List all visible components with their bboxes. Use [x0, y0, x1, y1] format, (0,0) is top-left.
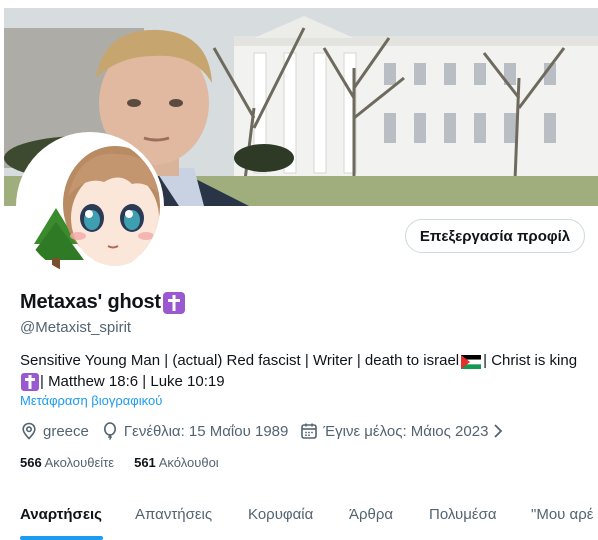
birthday-text: Γενέθλια: 15 Μαΐου 1989	[123, 422, 289, 440]
joined-text: Έγινε μέλος: Μάιος 2023	[323, 422, 489, 440]
tab-highlights[interactable]: Κορυφαία	[248, 506, 313, 523]
profile-bio: Sensitive Young Man | (actual) Red fasci…	[20, 350, 595, 392]
chevron-right-icon	[494, 424, 503, 438]
calendar-icon	[301, 423, 318, 439]
birthday-item: Γενέθλια: 15 Μαΐου 1989	[101, 422, 288, 440]
tab-replies[interactable]: Απαντήσεις	[135, 506, 212, 523]
joined-item[interactable]: Έγινε μέλος: Μάιος 2023	[300, 422, 509, 440]
display-name: Metaxas' ghost	[20, 291, 161, 313]
following-link[interactable]: 566 Ακολουθείτε	[20, 455, 114, 470]
balloon-icon	[103, 422, 116, 440]
active-tab-indicator	[20, 536, 103, 540]
bio-text-1: Sensitive Young Man | (actual) Red fasci…	[20, 352, 460, 369]
following-label: Ακολουθείτε	[44, 455, 115, 470]
followers-link[interactable]: 561 Ακόλουθοι	[134, 455, 219, 470]
latin-cross-icon	[162, 291, 185, 314]
followers-count: 561	[134, 455, 156, 470]
tab-posts[interactable]: Αναρτήσεις	[20, 506, 102, 523]
profile-avatar[interactable]	[20, 136, 160, 276]
bio-line-1: Sensitive Young Man | (actual) Red fasci…	[20, 350, 595, 371]
top-strip	[0, 0, 598, 8]
translate-bio-link[interactable]: Μετάφραση βιογραφικού	[20, 393, 162, 408]
latin-cross-icon	[21, 372, 39, 391]
tab-media[interactable]: Πολυμέσα	[429, 506, 497, 523]
followers-label: Ακόλουθοι	[158, 455, 219, 470]
tab-articles[interactable]: Άρθρα	[349, 506, 393, 523]
location-text: greece	[43, 422, 89, 440]
tab-likes[interactable]: "Μου αρέ	[531, 506, 593, 523]
display-name-row: Metaxas' ghost	[20, 291, 185, 314]
bio-text-2: | Christ is king	[483, 352, 578, 369]
edit-profile-button[interactable]: Επεξεργασία προφίλ	[405, 219, 585, 253]
user-handle: @Metaxist_spirit	[20, 319, 132, 336]
follow-stats: 566 Ακολουθείτε 561 Ακόλουθοι	[20, 455, 239, 470]
bio-text-3: | Matthew 18:6 | Luke 10:19	[40, 373, 225, 390]
profile-meta: greece Γενέθλια: 15 Μαΐου 1989 Έγινε μέλ…	[20, 422, 521, 440]
palestine-flag-icon	[461, 354, 482, 369]
location-item: greece	[20, 422, 89, 440]
bio-line-2: | Matthew 18:6 | Luke 10:19	[20, 371, 595, 392]
anime-avatar-image	[20, 136, 160, 276]
following-count: 566	[20, 455, 42, 470]
profile-tabs: Αναρτήσεις Απαντήσεις Κορυφαία Άρθρα Πολ…	[0, 490, 598, 540]
location-pin-icon	[22, 422, 36, 440]
